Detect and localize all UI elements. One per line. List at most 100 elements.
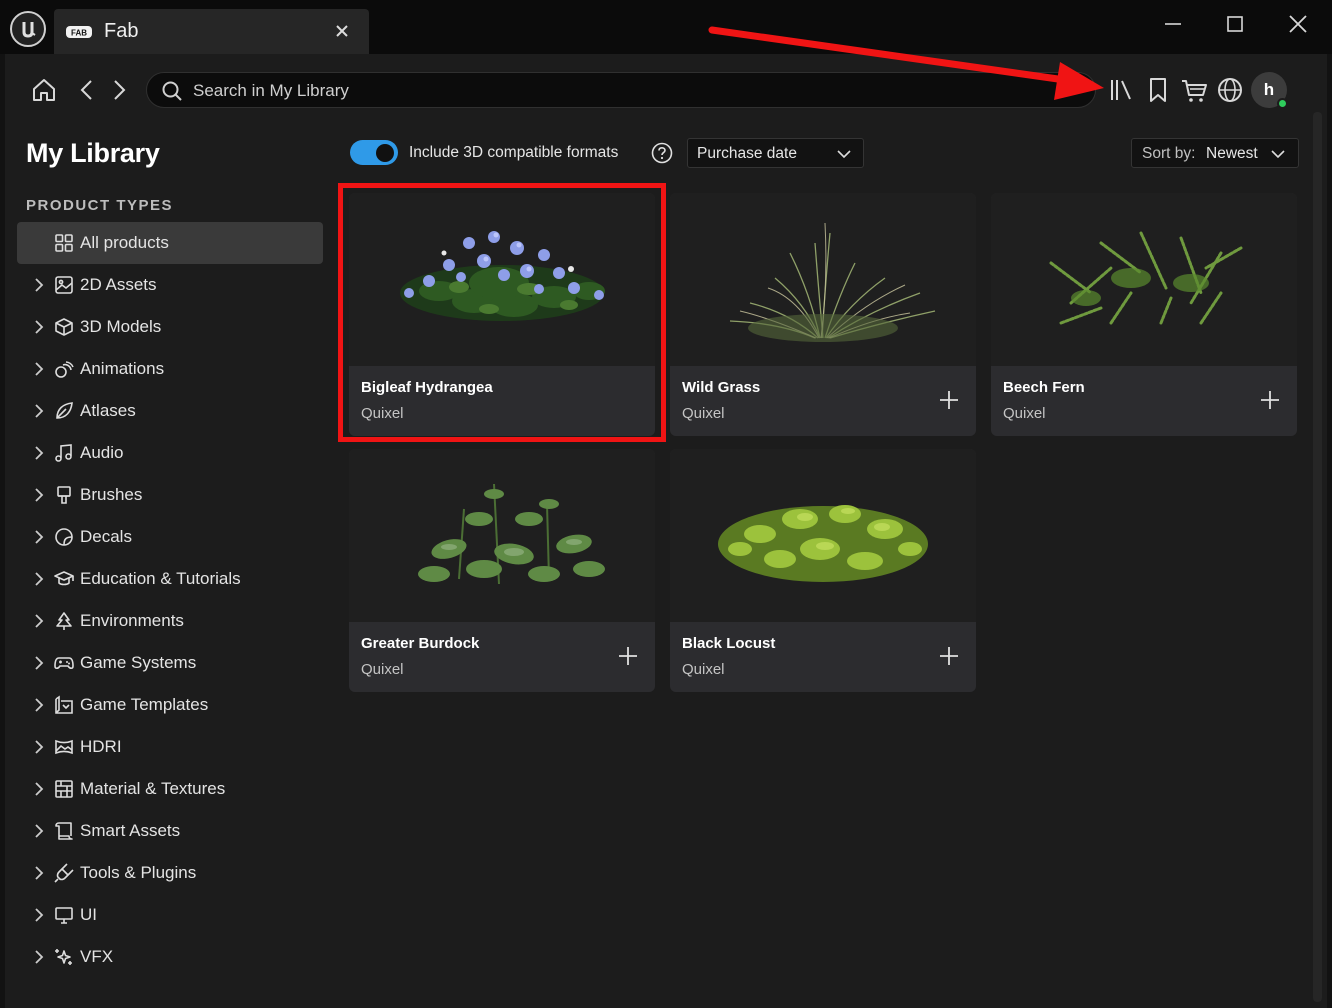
chevron-right-icon[interactable] bbox=[31, 487, 47, 503]
sidebar-item-label: All products bbox=[80, 233, 169, 252]
sidebar-item-game-systems[interactable]: Game Systems bbox=[17, 642, 323, 684]
chevron-right-icon[interactable] bbox=[31, 277, 47, 293]
sidebar-item-2d-assets[interactable]: 2D Assets bbox=[17, 264, 323, 306]
tab-title: Fab bbox=[104, 20, 139, 42]
chevron-right-icon[interactable] bbox=[31, 823, 47, 839]
add-to-project-icon[interactable] bbox=[938, 645, 960, 667]
fab-logo-icon: FAB bbox=[66, 26, 92, 38]
sidebar-item-tools-plugins[interactable]: Tools & Plugins bbox=[17, 852, 323, 894]
toggle-label: Include 3D compatible formats bbox=[409, 144, 619, 161]
sidebar-item-label: Game Templates bbox=[80, 695, 209, 714]
chevron-right-icon[interactable] bbox=[31, 403, 47, 419]
sidebar-item-label: VFX bbox=[80, 947, 114, 966]
sidebar-item-3d-models[interactable]: 3D Models bbox=[17, 306, 323, 348]
sidebar-item-label: Brushes bbox=[80, 485, 143, 504]
search-icon bbox=[162, 81, 182, 101]
unreal-engine-logo-icon[interactable] bbox=[10, 11, 46, 47]
sidebar-item-label: UI bbox=[80, 905, 97, 924]
sidebar-item-environments[interactable]: Environments bbox=[17, 600, 323, 642]
product-card[interactable]: Greater Burdock Quixel bbox=[349, 449, 655, 692]
sort-dropdown[interactable]: Sort by: Newest bbox=[1131, 138, 1299, 168]
close-window-icon[interactable] bbox=[1284, 10, 1312, 38]
gamepad-icon bbox=[54, 657, 74, 670]
chevron-right-icon[interactable] bbox=[31, 445, 47, 461]
texture-icon bbox=[55, 780, 73, 798]
scroll-icon bbox=[55, 822, 73, 840]
sidebar-item-label: Decals bbox=[80, 527, 132, 546]
globe-icon[interactable] bbox=[1216, 76, 1244, 104]
sidebar-item-hdri[interactable]: HDRI bbox=[17, 726, 323, 768]
chevron-right-icon[interactable] bbox=[31, 739, 47, 755]
sidebar-item-label: 3D Models bbox=[80, 317, 162, 336]
minimize-icon[interactable] bbox=[1159, 10, 1187, 38]
product-title: Beech Fern bbox=[1003, 379, 1085, 396]
product-card[interactable]: Black Locust Quixel bbox=[670, 449, 976, 692]
sidebar-item-label: HDRI bbox=[80, 737, 122, 756]
sidebar-item-brushes[interactable]: Brushes bbox=[17, 474, 323, 516]
sort-label: Sort by: bbox=[1142, 145, 1196, 162]
sidebar-item-label: Atlases bbox=[80, 401, 136, 420]
sidebar-item-label: Animations bbox=[80, 359, 165, 378]
product-thumbnail bbox=[670, 193, 976, 366]
back-icon[interactable] bbox=[73, 76, 101, 104]
forward-icon[interactable] bbox=[105, 76, 133, 104]
chevron-right-icon[interactable] bbox=[31, 949, 47, 965]
include-3d-formats-toggle[interactable] bbox=[350, 140, 398, 165]
sidebar-item-all-products[interactable]: All products bbox=[17, 222, 323, 264]
add-to-project-icon[interactable] bbox=[617, 645, 639, 667]
chevron-right-icon[interactable] bbox=[31, 907, 47, 923]
product-types-heading: PRODUCT TYPES bbox=[26, 197, 174, 214]
maximize-icon[interactable] bbox=[1221, 10, 1249, 38]
sidebar-item-game-templates[interactable]: Game Templates bbox=[17, 684, 323, 726]
sidebar-item-decals[interactable]: Decals bbox=[17, 516, 323, 558]
product-card[interactable]: Beech Fern Quixel bbox=[991, 193, 1297, 436]
sidebar-item-education-tutorials[interactable]: Education & Tutorials bbox=[17, 558, 323, 600]
product-card[interactable]: Wild Grass Quixel bbox=[670, 193, 976, 436]
chevron-right-icon[interactable] bbox=[31, 613, 47, 629]
template-icon bbox=[55, 695, 73, 714]
product-publisher: Quixel bbox=[1003, 405, 1046, 422]
vertical-scrollbar[interactable] bbox=[1313, 112, 1322, 1002]
chevron-right-icon[interactable] bbox=[31, 655, 47, 671]
graduation-cap-icon bbox=[54, 571, 74, 586]
sparkles-icon bbox=[55, 949, 72, 965]
add-to-project-icon[interactable] bbox=[938, 389, 960, 411]
sidebar-item-ui[interactable]: UI bbox=[17, 894, 323, 936]
sidebar-item-atlases[interactable]: Atlases bbox=[17, 390, 323, 432]
toggle-knob bbox=[376, 143, 394, 162]
chevron-right-icon[interactable] bbox=[31, 571, 47, 587]
hdri-icon bbox=[55, 739, 73, 755]
sidebar-item-label: Material & Textures bbox=[80, 779, 226, 798]
bookmark-icon[interactable] bbox=[1144, 76, 1172, 104]
close-tab-icon[interactable] bbox=[332, 21, 352, 41]
help-icon[interactable] bbox=[651, 142, 673, 164]
home-icon[interactable] bbox=[30, 76, 58, 104]
sidebar-item-audio[interactable]: Audio bbox=[17, 432, 323, 474]
page-title: My Library bbox=[26, 138, 160, 168]
animation-icon bbox=[55, 361, 74, 378]
sidebar-item-smart-assets[interactable]: Smart Assets bbox=[17, 810, 323, 852]
chevron-right-icon[interactable] bbox=[31, 529, 47, 545]
sidebar-item-material-textures[interactable]: Material & Textures bbox=[17, 768, 323, 810]
cart-icon[interactable] bbox=[1180, 76, 1208, 104]
search-placeholder: Search in My Library bbox=[193, 81, 349, 100]
title-bar: FAB Fab bbox=[0, 0, 1332, 54]
sidebar-item-label: Environments bbox=[80, 611, 184, 630]
add-to-project-icon[interactable] bbox=[1259, 389, 1281, 411]
purchase-date-dropdown[interactable]: Purchase date bbox=[687, 138, 864, 168]
chevron-down-icon bbox=[1271, 150, 1285, 159]
tab-fab[interactable]: FAB Fab bbox=[54, 9, 369, 54]
chevron-right-icon[interactable] bbox=[31, 697, 47, 713]
chevron-right-icon[interactable] bbox=[31, 361, 47, 377]
monitor-icon bbox=[55, 907, 73, 924]
product-publisher: Quixel bbox=[682, 661, 725, 678]
chevron-right-icon[interactable] bbox=[31, 781, 47, 797]
library-icon[interactable] bbox=[1108, 76, 1136, 104]
chevron-right-icon[interactable] bbox=[31, 319, 47, 335]
sidebar-item-animations[interactable]: Animations bbox=[17, 348, 323, 390]
sidebar-item-vfx[interactable]: VFX bbox=[17, 936, 323, 978]
image-icon bbox=[55, 276, 73, 294]
online-status-dot bbox=[1277, 98, 1288, 109]
product-publisher: Quixel bbox=[682, 405, 725, 422]
chevron-right-icon[interactable] bbox=[31, 865, 47, 881]
